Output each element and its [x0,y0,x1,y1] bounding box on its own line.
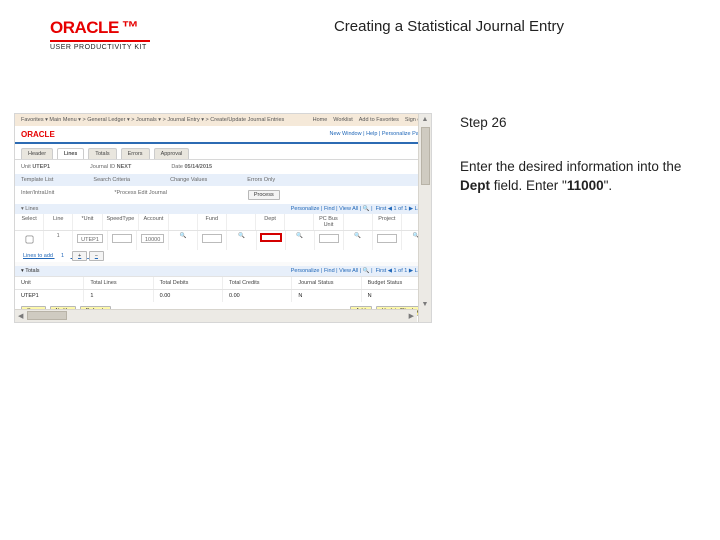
jid-label: Journal ID [90,164,115,170]
tab-totals[interactable]: Totals [88,148,116,159]
process-label: *Process [114,190,136,196]
tab-lines[interactable]: Lines [57,148,84,159]
line-number: 1 [44,231,73,250]
app-screenshot: Favorites ▾ Main Menu ▾ > General Ledger… [14,113,432,323]
logo-rule [50,40,150,42]
interunit-label: Inter/IntraUnit [21,190,54,196]
tab-errors[interactable]: Errors [121,148,150,159]
lines-section-toggle[interactable]: ▾ Lines [21,206,38,212]
logo-subtitle: USER PRODUCTIVITY KIT [50,44,150,51]
page-title: Creating a Statistical Journal Entry [150,18,688,35]
totals-personalize[interactable]: Personalize | Find | View All | 🔍 | [291,268,373,274]
addfav-link[interactable]: Add to Favorites [359,117,399,123]
jid-value: NEXT [117,164,132,170]
lines-to-add-label: Lines to add [23,253,53,259]
tab-approval[interactable]: Approval [154,148,190,159]
pcbu-lookup-icon[interactable]: 🔍 [344,231,373,250]
remove-line-button[interactable]: − [89,251,104,261]
speedtype-input[interactable] [112,234,132,243]
vertical-scrollbar[interactable] [418,114,431,322]
change-values-link[interactable]: Change Values [170,177,207,183]
dept-lookup-icon[interactable]: 🔍 [286,231,315,250]
unit-label: Unit [21,164,31,170]
step-instruction: Enter the desired information into the D… [460,157,688,196]
lines-personalize[interactable]: Personalize | Find | View All | 🔍 | [291,206,373,212]
row-select[interactable] [25,236,33,244]
lines-columns: SelectLine*UnitSpeedTypeAccountFundDeptP… [15,214,431,231]
logo-tm: ™ [122,18,139,38]
fund-input[interactable] [202,234,222,243]
project-input[interactable] [377,234,397,243]
date-value: 05/14/2015 [184,164,212,170]
fund-lookup-icon[interactable]: 🔍 [227,231,256,250]
date-label: Date [171,164,183,170]
home-link[interactable]: Home [313,117,328,123]
process-button[interactable]: Process [248,190,280,200]
process-select[interactable]: Edit Journal [138,190,188,196]
step-label: Step 26 [460,113,688,133]
window-tools[interactable]: New Window | Help | Personalize Page [330,131,426,137]
template-list-link[interactable]: Template List [21,177,53,183]
breadcrumb: Favorites ▾ Main Menu ▾ > General Ledger… [15,114,431,126]
search-criteria-link[interactable]: Search Criteria [93,177,130,183]
line-row-1: 1 UTEP1 10000 🔍 🔍 🔍 🔍 🔍 [15,231,431,250]
pcbu-input[interactable] [319,234,339,243]
totals-section-toggle[interactable]: ▾ Totals [21,268,40,274]
horizontal-scrollbar[interactable] [15,309,417,322]
breadcrumb-path: Favorites ▾ Main Menu ▾ > General Ledger… [21,117,284,123]
errors-only-label: Errors Only [247,177,275,183]
unit-input[interactable]: UTEP1 [77,234,103,243]
totals-columns: UnitTotal LinesTotal DebitsTotal Credits… [15,276,431,289]
app-brand: ORACLE [21,130,55,139]
account-input[interactable]: 10000 [141,234,164,243]
account-lookup-icon[interactable]: 🔍 [169,231,198,250]
worklist-link[interactable]: Worklist [333,117,352,123]
dept-input[interactable] [260,233,282,242]
unit-value: UTEP1 [32,164,50,170]
tab-header[interactable]: Header [21,148,53,159]
lines-to-add-input[interactable]: 1 [55,253,71,259]
brand-logo: ORACLE ™ USER PRODUCTIVITY KIT [50,18,150,51]
add-line-button[interactable]: + [72,251,87,261]
logo-text: ORACLE [50,18,119,38]
totals-row: UTEP110.000.00NN [15,289,431,302]
